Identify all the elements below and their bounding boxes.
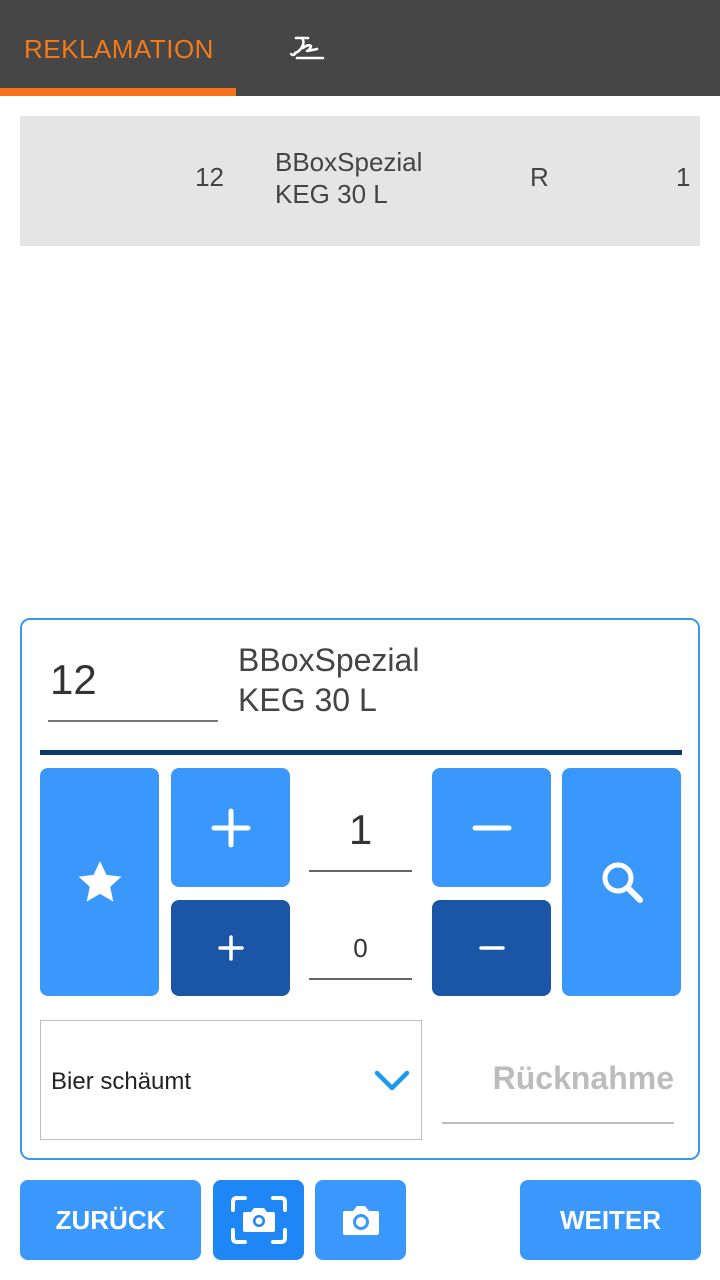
decrease-secondary-button[interactable]	[432, 900, 551, 996]
chevron-down-icon	[374, 1070, 410, 1091]
scan-button[interactable]	[213, 1180, 304, 1260]
tab-reklamation-label: REKLAMATION	[24, 34, 214, 64]
list-item-name: BBoxSpezial KEG 30 L	[275, 146, 495, 210]
detail-panel: 12 BBoxSpezial KEG 30 L 1 0 Bier schäumt…	[20, 618, 700, 1160]
reason-dropdown-value: Bier schäumt	[51, 1068, 192, 1095]
camera-icon	[342, 1206, 379, 1235]
decrease-main-button[interactable]	[432, 768, 551, 887]
plus-icon	[211, 808, 250, 847]
list-item-quantity: 1	[676, 162, 691, 192]
article-name: BBoxSpezial KEG 30 L	[238, 640, 419, 720]
list-item-name-line2: KEG 30 L	[275, 179, 388, 209]
top-app-bar: REKLAMATION	[0, 0, 720, 96]
star-icon	[78, 861, 121, 902]
tab-signature[interactable]	[284, 28, 334, 68]
favorite-button[interactable]	[40, 768, 159, 996]
increase-secondary-button[interactable]	[171, 900, 290, 996]
minus-icon	[478, 946, 505, 950]
list-item-code: R	[530, 162, 549, 192]
search-button[interactable]	[562, 768, 681, 996]
article-number-field[interactable]: 12	[48, 656, 218, 722]
list-item-name-line1: BBoxSpezial	[275, 147, 423, 177]
tab-reklamation[interactable]: REKLAMATION	[0, 0, 236, 96]
tab-active-indicator	[0, 88, 236, 96]
return-input[interactable]: Rücknahme	[442, 1050, 674, 1124]
section-divider	[40, 750, 682, 755]
search-icon	[602, 862, 643, 903]
list-item[interactable]: 12 BBoxSpezial KEG 30 L R 1	[20, 116, 700, 246]
secondary-quantity-field[interactable]: 0	[309, 928, 412, 980]
minus-icon	[472, 825, 511, 830]
scan-camera-icon	[230, 1196, 287, 1244]
article-name-line1: BBoxSpezial	[238, 642, 420, 678]
list-item-number: 12	[195, 162, 224, 192]
article-name-line2: KEG 30 L	[238, 682, 377, 718]
increase-main-button[interactable]	[171, 768, 290, 887]
return-input-placeholder: Rücknahme	[492, 1060, 674, 1096]
next-button[interactable]: WEITER	[520, 1180, 701, 1260]
camera-button[interactable]	[315, 1180, 406, 1260]
plus-icon	[217, 935, 244, 961]
main-quantity-field[interactable]: 1	[309, 800, 412, 872]
back-button[interactable]: ZURÜCK	[20, 1180, 201, 1260]
signature-icon	[289, 36, 325, 60]
reason-dropdown[interactable]: Bier schäumt	[40, 1020, 422, 1140]
